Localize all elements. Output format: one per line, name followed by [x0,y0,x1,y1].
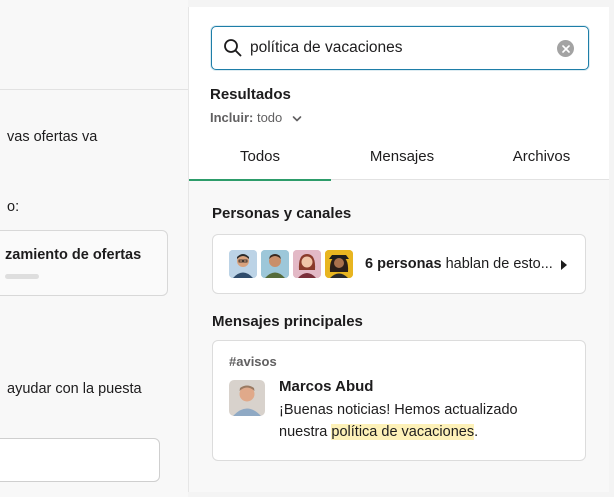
search-highlight: política de vacaciones [331,424,475,440]
tab-mensajes[interactable]: Mensajes [331,135,473,180]
message-text-prefix: nuestra [279,424,332,440]
left-text-line: vas ofertas va [7,129,98,145]
left-panel: vas ofertas va o: zamiento de ofertas ay… [0,0,188,497]
search-query[interactable]: política de vacaciones [250,39,403,57]
left-text-line: o: [7,199,20,215]
tab-archivos[interactable]: Archivos [473,135,609,180]
left-input-field[interactable] [0,438,160,482]
left-card-progress [5,274,39,279]
chevron-down-icon[interactable] [292,111,302,126]
clear-icon[interactable] [557,40,574,57]
message-author[interactable]: Marcos Abud [279,378,373,395]
channel-name[interactable]: #avisos [229,354,277,369]
include-label: Incluir: [210,110,254,125]
people-result-card[interactable]: 6 personas hablan de esto... [212,234,586,294]
people-section-title: Personas y canales [212,205,352,222]
play-icon[interactable] [561,260,567,270]
tab-todos[interactable]: Todos [189,135,331,181]
search-icon [223,38,243,58]
left-card[interactable]: zamiento de ofertas [0,230,168,296]
results-tabs: Todos Mensajes Archivos [189,135,609,181]
message-text-line: nuestra política de vacaciones. [279,424,478,440]
message-text-line: ¡Buenas noticias! Hemos actualizado [279,402,518,418]
people-summary-rest: hablan de esto... [441,256,553,272]
message-result-card[interactable]: #avisos Marcos Abud ¡Buenas noticias! He… [212,340,586,461]
avatar[interactable] [229,380,265,416]
search-input[interactable]: política de vacaciones [211,26,589,70]
include-filter[interactable]: Incluir: todo [210,110,302,126]
people-summary: 6 personas hablan de esto... [365,256,553,272]
left-text-line: ayudar con la puesta [7,381,142,397]
avatar [261,250,289,278]
avatar [325,250,353,278]
avatar [229,250,257,278]
messages-section-title: Mensajes principales [212,313,363,330]
include-value: todo [256,110,283,125]
left-card-title: zamiento de ofertas [5,247,142,263]
search-panel: política de vacaciones Resultados Inclui… [188,7,609,492]
left-topbar [0,0,188,90]
results-title: Resultados [210,86,291,103]
avatar [293,250,321,278]
search-header: política de vacaciones Resultados Inclui… [189,7,609,181]
people-count: 6 personas [365,256,442,272]
message-text-suffix: . [474,424,479,440]
